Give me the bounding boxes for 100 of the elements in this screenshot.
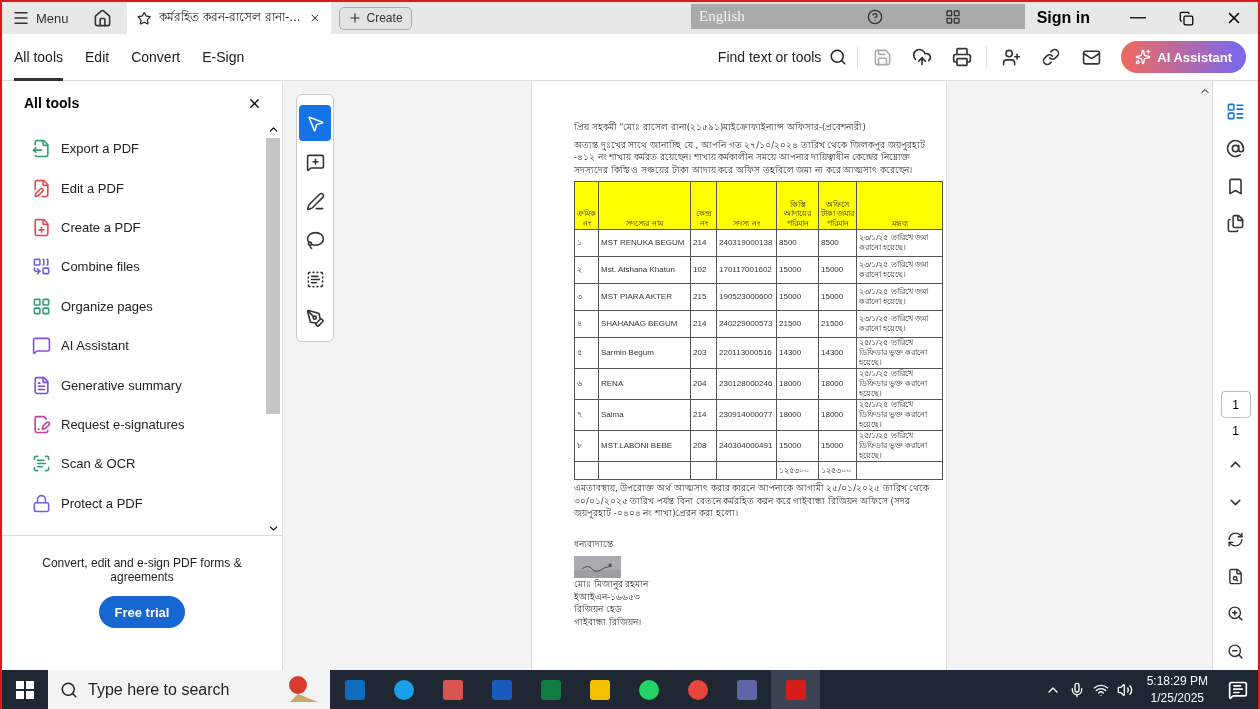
table-cell: 203 [690,337,717,369]
tool-item[interactable]: Organize pages [32,286,264,326]
file-edit-icon [32,178,51,198]
page-search-icon [1227,568,1244,586]
toolbar-tab[interactable]: All tools [14,33,64,81]
tool-item[interactable]: Export a PDF [32,129,264,169]
free-trial-button[interactable]: Free trial [98,596,186,628]
table-cell: 18000 [776,399,819,431]
signer-line: মোঃ মিজানুর রহমান [574,578,650,591]
table-cell: ৭ [574,399,599,431]
star-icon [136,9,151,27]
app-icon [734,677,759,702]
table-cell: ১ [574,229,599,257]
table-cell: SHAHANAG BEGUM [598,310,691,338]
volume-icon[interactable] [1116,681,1133,698]
table-cell: 21500 [776,310,819,338]
find-button[interactable]: Find text or tools [711,47,854,67]
paragraph: অত্যন্ত দুঃখের সাথে জানাচ্ছি যে , আপনি গত ২৭/১০/২০২৪ তারিখ থেকে জিলকপুর জয়পুরহাট -৪১২ নং শাখায় কর্মরত রয়েছেন। শাখায় কর্মকালীন সময়ে আপনার দায়িত্বাধীন কেন্দ্রের নিম্নোক্ত সদস্যদের কিস্তি ও সঞ্চয়ের টাকা আদায় করে অফিস তহবিলে জমা না করে আত্মসাৎ করেছেন। [574,138,926,176]
link-icon [1042,48,1061,66]
scrollbar-thumb[interactable] [266,138,280,414]
table-cell: Saima [598,399,691,431]
save-icon [872,47,892,67]
table-cell: 102 [690,256,717,284]
table-cell: Sarmin Begum [598,337,691,369]
table-cell: 15000 [776,283,819,311]
home-icon [93,8,113,28]
bookmark-icon [1226,176,1245,196]
table-cell: ২৫/১/২৫ তারিখে ডিফিডার ভুক্ত করানো হয়েছে। [856,430,943,462]
table-cell: 215 [690,283,717,311]
at-sign-icon [1226,139,1245,159]
signer-line: ইআইএন-১৬৬৫৩ [574,590,642,603]
page-number-field[interactable]: 1 [1220,391,1251,419]
help-icon [866,8,883,25]
table-cell: 214 [690,310,717,338]
table-cell: 15000 [776,256,819,284]
table-cell: 170117001602 [716,256,777,284]
table-cell: Mst. Afshana Khatun [598,256,691,284]
scan-text-icon [32,454,51,474]
table-cell: 190523000600 [716,283,777,311]
document-tab[interactable]: কর্মরহিত করন-রাসেল রানা-... [126,2,331,34]
app-icon [783,677,808,702]
sign-in-button[interactable]: Sign in [1034,9,1092,27]
column-header: ক্রমিক নং [574,181,599,230]
table-cell: MST RENUKA BEGUM [598,229,691,257]
windows-logo-icon [16,680,34,699]
plus-icon [347,11,362,25]
toolbar-tab[interactable]: E-Sign [202,33,245,81]
zoom-out-icon [1227,642,1244,660]
taskbar-search-field[interactable]: Type here to search [48,670,330,709]
table-cell: RENA [598,368,691,400]
ai-assistant-button[interactable]: AI Assistant [1121,41,1246,73]
menu-icon [12,9,30,27]
app-icon [489,677,514,702]
document-icon [32,375,51,395]
table-cell: ৬ [574,368,599,400]
table-cell: 240304000491 [716,430,777,462]
envelope-icon [1081,47,1101,67]
total-cell: ১২৫৩০০ [818,461,857,480]
search-icon [829,48,848,66]
notifications-icon[interactable] [1228,679,1248,700]
table-cell: 8500 [818,229,857,257]
refresh-icon [1227,530,1244,548]
table-cell: ২৫/১/২৫ তারিখে ডিফিডার ভুক্ত করানো হয়েছে। [856,337,943,369]
create-button[interactable]: Create [338,6,412,30]
tool-item[interactable]: Create a PDF [32,207,264,248]
signer-line: গাইবান্ধা রিজিয়ন। [574,615,642,628]
restore-icon [1178,10,1194,26]
tool-item[interactable]: Generative summary [32,365,264,405]
combine-icon [32,257,51,277]
tool-item[interactable]: Request e-signatures [32,404,264,445]
clock[interactable]: 5:18:29 PM 1/25/2025 [1146,672,1208,707]
table-cell: ৩ [574,283,599,311]
table-cell: 14300 [818,337,857,369]
signature-icon [32,414,51,434]
tool-item[interactable]: Combine files [32,247,264,287]
minimize-icon [1130,17,1146,19]
signer-line: রিজিয়ন হেড [574,603,623,616]
table-cell: ২৩/১/২৫ তারিখে জমা করানো হয়েছে। [856,283,943,311]
column-header: মন্তব্য [856,181,943,230]
table-cell: ২৩/১/২৫ তারিখে জমা করানো হয়েছে। [856,256,943,284]
tool-item[interactable]: Protect a PDF [32,483,264,523]
lasso-icon [305,230,325,250]
promo-text: Convert, edit and e-sign PDF forms & agreements [41,556,243,584]
toolbar-tab[interactable]: Convert [131,33,181,81]
tool-item[interactable]: AI Assistant [32,325,264,366]
tool-item[interactable]: Edit a PDF [32,168,264,208]
pen-icon [305,191,325,211]
paragraph: এমতাবস্থায়, উপরোক্ত অর্থ আত্মসাৎ করার কারনে আপনাকে আগামী ২৫/০১/২০২৫ তারিখ থেকে ৩০/০১/২০২৫ তারিখ পর্যন্ত বিনা বেতনে কর্মরহিত করন করে গাইবান্ধা রিজিয়ন অফিসে (সদর জয়পুরহাট -০৪০৪ নং শাখা)প্রেরন করা হলো। [574,482,931,520]
toolbar-tab[interactable]: Edit [85,33,110,81]
table-cell: 240229000573 [716,310,777,338]
table-cell: 208 [690,430,717,462]
table-cell: ২ [574,256,599,284]
tool-item[interactable]: Scan & OCR [32,444,264,484]
app-icon [538,677,563,702]
table-cell: MST PIARA AKTER [598,283,691,311]
grid-icon [944,8,961,25]
app-icon [587,677,612,702]
search-icon [60,680,78,699]
table-cell: 8500 [776,229,819,257]
menu-button[interactable]: Menu [2,2,79,34]
